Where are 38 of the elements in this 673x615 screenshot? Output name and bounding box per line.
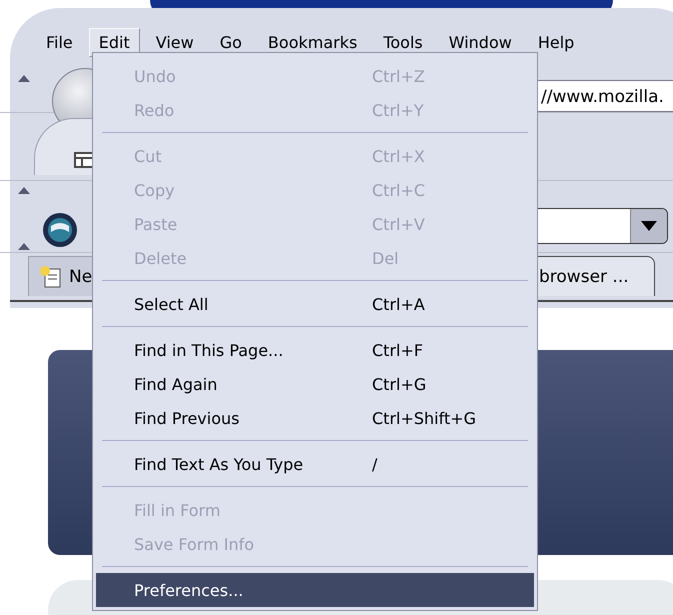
- menu-bar-item[interactable]: View: [146, 28, 204, 56]
- shortcut-label: Ctrl+F: [372, 340, 424, 360]
- shortcut-label: Ctrl+C: [372, 180, 426, 200]
- shortcut-label: Ctrl+Z: [372, 66, 426, 86]
- menu-item-label: Preferences...: [134, 580, 244, 600]
- tab-label: Ne: [69, 266, 92, 286]
- tab-label: browser ...: [539, 266, 629, 286]
- menu-item[interactable]: Preferences...: [96, 573, 534, 607]
- menu-item-label: Fill in Form: [134, 500, 222, 520]
- menu-item-label: Redo: [134, 100, 176, 120]
- menu-item-label: Select All: [134, 294, 210, 314]
- menu-item-label: Cut: [134, 146, 163, 166]
- menu-bar-item[interactable]: File: [36, 28, 83, 56]
- menu-item[interactable]: Find in This Page... Ctrl+F: [96, 333, 534, 367]
- menu-bar-item[interactable]: Help: [528, 28, 584, 56]
- menu-item-label: Find Text As You Type: [134, 454, 304, 474]
- menu-item[interactable]: Find Again Ctrl+G: [96, 367, 534, 401]
- menu-item[interactable]: Find Text As You Type /: [96, 447, 534, 481]
- menu-item-label: Find Previous: [134, 408, 240, 428]
- shortcut-label: /: [372, 454, 378, 474]
- menu-item-label: Save Form Info: [134, 534, 256, 554]
- shortcut-label: Ctrl+V: [372, 214, 426, 234]
- menu-item-label: Find Again: [134, 374, 218, 394]
- menu-bar-item[interactable]: Window: [438, 28, 522, 56]
- menu-bar-item[interactable]: Tools: [373, 28, 433, 56]
- menu-item-label: Find in This Page...: [134, 340, 284, 360]
- shortcut-label: Ctrl+X: [372, 146, 426, 166]
- menu-item[interactable]: Find Previous Ctrl+Shift+G: [96, 401, 534, 435]
- menu-bar-item[interactable]: Bookmarks: [258, 28, 368, 56]
- shortcut-label: Ctrl+G: [372, 374, 428, 394]
- shortcut-label: Del: [372, 248, 400, 268]
- shortcut-label: Ctrl+Y: [372, 100, 425, 120]
- menu-item-label: Paste: [134, 214, 178, 234]
- shortcut-label: Ctrl+Shift+G: [372, 408, 478, 428]
- menu-item-label: Undo: [134, 66, 177, 86]
- shortcut-label: Ctrl+A: [372, 294, 426, 314]
- menu-item-label: Copy: [134, 180, 176, 200]
- menu-bar-item[interactable]: Go: [210, 28, 252, 56]
